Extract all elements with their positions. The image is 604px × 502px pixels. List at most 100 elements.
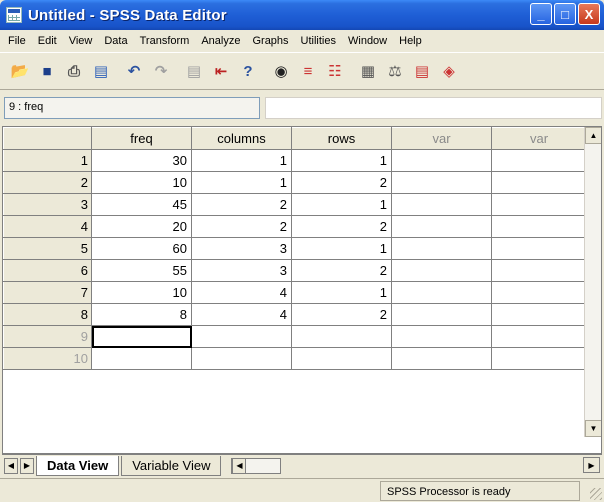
goto-chart-icon[interactable]: ▤	[182, 59, 206, 83]
data-cell[interactable]	[491, 347, 587, 370]
data-cell[interactable]: 8	[91, 303, 192, 326]
data-cell[interactable]	[491, 171, 587, 194]
column-header-freq[interactable]: freq	[91, 127, 192, 150]
minimize-button[interactable]: _	[530, 3, 552, 25]
tab-data-view[interactable]: Data View	[36, 455, 120, 476]
data-cell[interactable]: 4	[191, 303, 292, 326]
menu-edit[interactable]: Edit	[32, 35, 63, 47]
data-cell[interactable]	[391, 237, 492, 260]
scroll-up-icon[interactable]: ▲	[585, 127, 601, 144]
data-cell[interactable]	[491, 149, 587, 172]
data-cell[interactable]: 55	[91, 259, 192, 282]
data-cell[interactable]	[491, 259, 587, 282]
menu-graphs[interactable]: Graphs	[246, 35, 294, 47]
tab-scroll-left-icon[interactable]: ◀	[4, 457, 18, 474]
data-cell[interactable]: 2	[291, 303, 392, 326]
save-icon[interactable]: ■	[35, 59, 59, 83]
data-cell[interactable]: 1	[291, 237, 392, 260]
print-icon[interactable]: ⎙	[62, 59, 86, 83]
data-cell[interactable]: 20	[91, 215, 192, 238]
resize-grip-icon[interactable]	[590, 488, 602, 500]
active-data-cell[interactable]	[91, 325, 192, 348]
data-cell[interactable]: 1	[291, 193, 392, 216]
column-header-columns[interactable]: columns	[191, 127, 292, 150]
data-cell[interactable]: 2	[291, 171, 392, 194]
row-header[interactable]: 9	[3, 325, 92, 348]
split-file-icon[interactable]: ▦	[356, 59, 380, 83]
horizontal-scrollbar[interactable]: ◀	[231, 457, 282, 474]
data-cell[interactable]	[291, 347, 392, 370]
data-cell[interactable]: 2	[291, 215, 392, 238]
row-header[interactable]: 7	[3, 281, 92, 304]
select-cases-icon[interactable]: ▤	[410, 59, 434, 83]
insert-cases-icon[interactable]: ≡	[296, 59, 320, 83]
data-cell[interactable]: 1	[191, 149, 292, 172]
row-header[interactable]: 1	[3, 149, 92, 172]
data-cell[interactable]	[91, 347, 192, 370]
data-cell[interactable]	[391, 347, 492, 370]
data-cell[interactable]	[391, 193, 492, 216]
data-cell[interactable]	[291, 325, 392, 348]
data-cell[interactable]: 3	[191, 259, 292, 282]
column-header-var[interactable]: var	[491, 127, 587, 150]
corner-header[interactable]	[3, 127, 92, 150]
undo-icon[interactable]: ↶	[122, 59, 146, 83]
menu-view[interactable]: View	[63, 35, 99, 47]
row-header[interactable]: 4	[3, 215, 92, 238]
menu-transform[interactable]: Transform	[134, 35, 196, 47]
menu-window[interactable]: Window	[342, 35, 393, 47]
data-cell[interactable]: 45	[91, 193, 192, 216]
data-cell[interactable]	[391, 215, 492, 238]
column-header-var[interactable]: var	[391, 127, 492, 150]
data-cell[interactable]: 60	[91, 237, 192, 260]
data-cell[interactable]: 30	[91, 149, 192, 172]
data-cell[interactable]	[491, 237, 587, 260]
data-cell[interactable]	[491, 193, 587, 216]
row-header[interactable]: 6	[3, 259, 92, 282]
scroll-down-icon[interactable]: ▼	[585, 420, 601, 437]
menu-utilities[interactable]: Utilities	[295, 35, 342, 47]
column-header-rows[interactable]: rows	[291, 127, 392, 150]
scroll-right-icon[interactable]: ▶	[583, 457, 600, 473]
data-cell[interactable]: 1	[291, 281, 392, 304]
insert-variable-icon[interactable]: ☷	[323, 59, 347, 83]
row-header[interactable]: 2	[3, 171, 92, 194]
row-header[interactable]: 5	[3, 237, 92, 260]
data-cell[interactable]	[391, 171, 492, 194]
menu-file[interactable]: File	[2, 35, 32, 47]
data-cell[interactable]	[491, 215, 587, 238]
cell-value-input[interactable]	[265, 97, 602, 119]
data-cell[interactable]	[491, 325, 587, 348]
data-cell[interactable]	[391, 281, 492, 304]
data-cell[interactable]: 1	[291, 149, 392, 172]
menu-analyze[interactable]: Analyze	[195, 35, 246, 47]
find-icon[interactable]: ◉	[269, 59, 293, 83]
data-cell[interactable]	[391, 325, 492, 348]
redo-icon[interactable]: ↷	[149, 59, 173, 83]
data-cell[interactable]: 10	[91, 171, 192, 194]
data-cell[interactable]: 2	[291, 259, 392, 282]
dialog-recall-icon[interactable]: ▤	[89, 59, 113, 83]
data-cell[interactable]	[391, 303, 492, 326]
variables-icon[interactable]: ?	[236, 59, 260, 83]
data-cell[interactable]	[491, 281, 587, 304]
data-cell[interactable]: 1	[191, 171, 292, 194]
open-folder-icon[interactable]: 📂	[8, 59, 32, 83]
data-cell[interactable]: 4	[191, 281, 292, 304]
data-cell[interactable]: 10	[91, 281, 192, 304]
row-header[interactable]: 10	[3, 347, 92, 370]
goto-case-icon[interactable]: ⇤	[209, 59, 233, 83]
menu-help[interactable]: Help	[393, 35, 428, 47]
tab-variable-view[interactable]: Variable View	[121, 455, 222, 476]
menu-data[interactable]: Data	[98, 35, 133, 47]
data-cell[interactable]	[191, 325, 292, 348]
maximize-button[interactable]: □	[554, 3, 576, 25]
data-cell[interactable]: 3	[191, 237, 292, 260]
close-button[interactable]: X	[578, 3, 600, 25]
data-cell[interactable]	[391, 149, 492, 172]
data-cell[interactable]: 2	[191, 193, 292, 216]
data-cell[interactable]	[491, 303, 587, 326]
data-cell[interactable]	[391, 259, 492, 282]
weight-cases-icon[interactable]: ⚖	[383, 59, 407, 83]
row-header[interactable]: 8	[3, 303, 92, 326]
